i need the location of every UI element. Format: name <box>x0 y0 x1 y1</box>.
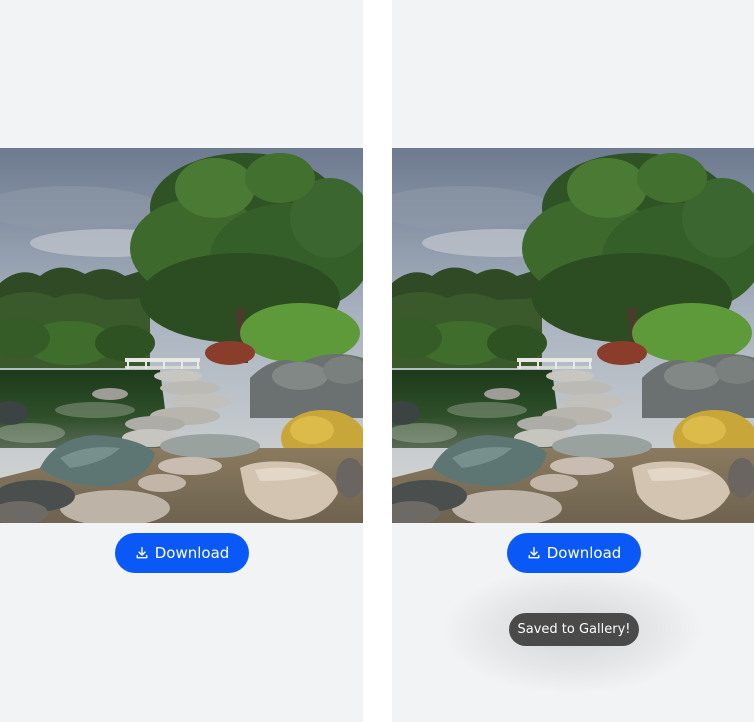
toast-saved: Saved to Gallery! <box>509 613 639 646</box>
screen-after-download: Download Saved to Gallery! <box>392 0 754 722</box>
download-button-label: Download <box>154 544 230 562</box>
screen-before-download: Download <box>0 0 363 722</box>
download-button[interactable]: Download <box>507 533 641 573</box>
comparison-stage: Download Download Saved to Gallery! <box>0 0 754 722</box>
download-button[interactable]: Download <box>115 533 249 573</box>
garden-photo <box>392 148 754 523</box>
download-button-label: Download <box>546 544 622 562</box>
toast-message: Saved to Gallery! <box>517 622 631 637</box>
download-icon <box>135 546 149 560</box>
garden-photo <box>0 148 363 523</box>
download-icon <box>527 546 541 560</box>
